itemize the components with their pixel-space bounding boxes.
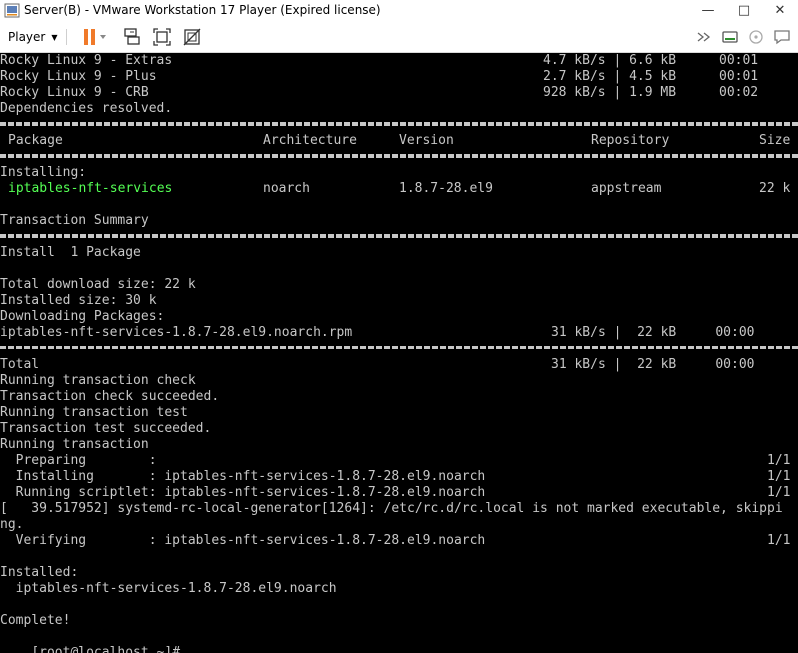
- send-ctrl-alt-del-button[interactable]: [118, 25, 146, 49]
- repo-speed: 2.7 kB/s | 4.5 kB: [543, 69, 677, 84]
- step-text: Verifying : iptables-nft-services-1.8.7-…: [0, 533, 486, 548]
- player-menu-button[interactable]: Player ▼: [4, 25, 62, 49]
- repo-speed: 928 kB/s | 1.9 MB: [543, 85, 677, 100]
- installed-package: iptables-nft-services-1.8.7-28.el9.noarc…: [0, 581, 337, 596]
- message-icon: [774, 30, 790, 45]
- toolbar-divider: [66, 29, 67, 45]
- removable-devices-button[interactable]: [718, 25, 742, 49]
- cd-button[interactable]: [744, 25, 768, 49]
- txn-test: Running transaction test: [0, 405, 188, 420]
- downloading-label: Downloading Packages:: [0, 309, 165, 324]
- repo-time: 00:01: [719, 69, 759, 84]
- txn-test-ok: Transaction test succeeded.: [0, 421, 212, 436]
- close-button[interactable]: ✕: [762, 0, 798, 21]
- repo-line: Rocky Linux 9 - Extras 4.7 kB/s | 6.6 kB…: [0, 53, 758, 69]
- message-button[interactable]: [770, 25, 794, 49]
- table-header-row: Package Architecture Version Repository …: [0, 133, 790, 149]
- transaction-summary: Transaction Summary: [0, 213, 149, 228]
- fit-guest-button[interactable]: [148, 25, 176, 49]
- package-arch: noarch: [263, 181, 310, 196]
- single-rule-divider: [0, 346, 798, 349]
- player-menu-label: Player: [8, 30, 46, 44]
- txn-check: Running transaction check: [0, 373, 196, 388]
- unity-icon: [183, 28, 201, 46]
- step-count: 1/1: [767, 453, 791, 468]
- total-stats: 31 kB/s | 22 kB 00:00: [551, 357, 755, 372]
- double-rule-divider: [0, 122, 798, 126]
- rpm-file: iptables-nft-services-1.8.7-28.el9.noarc…: [0, 325, 353, 340]
- txn-check-ok: Transaction check succeeded.: [0, 389, 220, 404]
- step-count: 1/1: [767, 469, 791, 484]
- double-rule-divider: [0, 154, 798, 158]
- rpm-stats: 31 kB/s | 22 kB 00:00: [551, 325, 755, 340]
- repo-name: Rocky Linux 9 - CRB: [0, 85, 149, 100]
- forward-button[interactable]: [692, 25, 716, 49]
- vmware-app-icon: [4, 3, 20, 18]
- total-download-size: Total download size: 22 k: [0, 277, 196, 292]
- kernel-message-wrap: ng.: [0, 517, 24, 532]
- fit-guest-icon: [153, 28, 171, 46]
- cd-icon: [749, 30, 763, 44]
- text-cursor: [188, 647, 196, 653]
- player-toolbar: Player ▼: [0, 21, 798, 53]
- total-line: Total 31 kB/s | 22 kB 00:00: [0, 357, 755, 373]
- deps-resolved-line: Dependencies resolved.: [0, 101, 173, 116]
- pause-icon: [84, 29, 106, 45]
- repo-name: Rocky Linux 9 - Extras: [0, 53, 173, 68]
- install-count: Install 1 Package: [0, 245, 141, 260]
- header-version: Version: [399, 133, 454, 148]
- vm-console-terminal[interactable]: Rocky Linux 9 - Extras 4.7 kB/s | 6.6 kB…: [0, 53, 798, 653]
- chevron-down-icon: ▼: [51, 32, 58, 42]
- step-line: Verifying : iptables-nft-services-1.8.7-…: [0, 533, 791, 549]
- header-arch: Architecture: [263, 133, 357, 148]
- shell-prompt-line[interactable]: [root@localhost ~]#: [0, 629, 196, 653]
- package-repo: appstream: [591, 181, 662, 196]
- step-text: Running scriptlet: iptables-nft-services…: [0, 485, 486, 500]
- repo-name: Rocky Linux 9 - Plus: [0, 69, 157, 84]
- header-size: Size: [759, 133, 791, 148]
- package-version: 1.8.7-28.el9: [399, 181, 493, 196]
- minimize-button[interactable]: —: [690, 0, 726, 21]
- step-line: Installing : iptables-nft-services-1.8.7…: [0, 469, 791, 485]
- package-size: 22 k: [759, 181, 791, 196]
- step-text: Preparing :: [0, 453, 157, 468]
- installed-label: Installed:: [0, 565, 79, 580]
- kernel-message: [ 39.517952] systemd-rc-local-generator[…: [0, 501, 783, 516]
- shell-prompt: [root@localhost ~]#: [31, 645, 188, 653]
- step-count: 1/1: [767, 533, 791, 548]
- window-titlebar: Server(B) - VMware Workstation 17 Player…: [0, 0, 798, 21]
- rpm-download-line: iptables-nft-services-1.8.7-28.el9.noarc…: [0, 325, 755, 341]
- removable-devices-icon: [722, 31, 738, 43]
- txn-run: Running transaction: [0, 437, 149, 452]
- installed-size: Installed size: 30 k: [0, 293, 157, 308]
- step-line: Running scriptlet: iptables-nft-services…: [0, 485, 791, 501]
- send-ctrl-alt-del-icon: [124, 28, 140, 45]
- repo-time: 00:02: [719, 85, 759, 100]
- repo-speed: 4.7 kB/s | 6.6 kB: [543, 53, 677, 68]
- step-line: Preparing : 1/1: [0, 453, 791, 469]
- step-text: Installing : iptables-nft-services-1.8.7…: [0, 469, 486, 484]
- repo-time: 00:01: [719, 53, 759, 68]
- forward-icon: [697, 32, 711, 42]
- header-package: Package: [8, 133, 63, 148]
- complete-message: Complete!: [0, 613, 71, 628]
- header-repo: Repository: [591, 133, 670, 148]
- repo-line: Rocky Linux 9 - Plus 2.7 kB/s | 4.5 kB 0…: [0, 69, 758, 85]
- installing-label: Installing:: [0, 165, 87, 180]
- double-rule-divider: [0, 234, 798, 238]
- step-count: 1/1: [767, 485, 791, 500]
- total-label: Total: [0, 357, 40, 372]
- repo-line: Rocky Linux 9 - CRB 928 kB/s | 1.9 MB 00…: [0, 85, 758, 101]
- package-row: iptables-nft-services noarch 1.8.7-28.el…: [0, 181, 790, 197]
- maximize-button[interactable]: □: [726, 0, 762, 21]
- package-name: iptables-nft-services: [8, 181, 173, 196]
- unity-button[interactable]: [178, 25, 206, 49]
- window-title: Server(B) - VMware Workstation 17 Player…: [24, 3, 381, 17]
- pause-button[interactable]: [74, 25, 114, 49]
